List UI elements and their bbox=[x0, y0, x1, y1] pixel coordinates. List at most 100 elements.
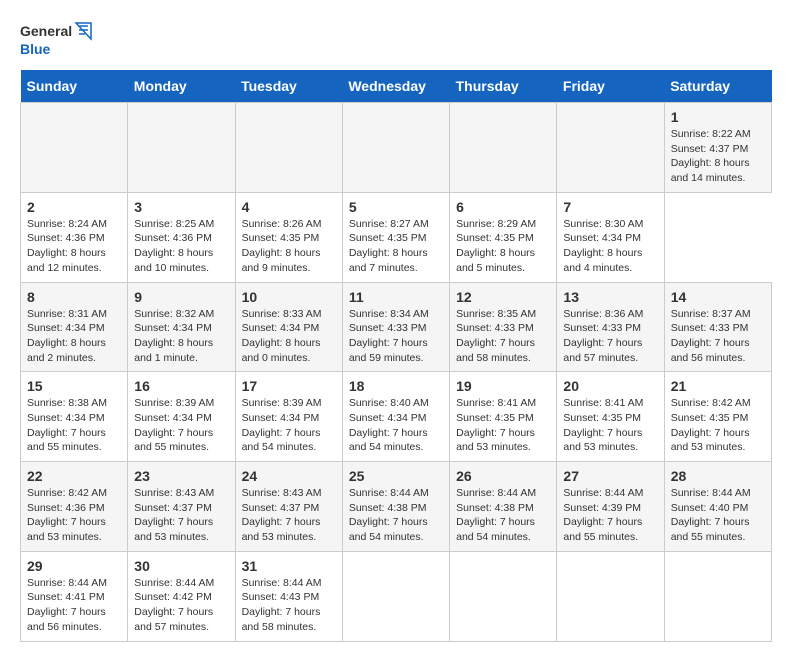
calendar-cell: 3 Sunrise: 8:25 AMSunset: 4:36 PMDaylight… bbox=[128, 192, 235, 282]
day-number: 22 bbox=[27, 468, 121, 484]
day-info: Sunrise: 8:25 AMSunset: 4:36 PMDaylight:… bbox=[134, 218, 214, 274]
calendar-cell: 10 Sunrise: 8:33 AMSunset: 4:34 PMDayligh… bbox=[235, 282, 342, 372]
day-number: 24 bbox=[242, 468, 336, 484]
calendar-cell: 27 Sunrise: 8:44 AMSunset: 4:39 PMDayligh… bbox=[557, 462, 664, 552]
day-info: Sunrise: 8:39 AMSunset: 4:34 PMDaylight:… bbox=[134, 397, 214, 453]
svg-text:General: General bbox=[20, 23, 72, 39]
day-info: Sunrise: 8:44 AMSunset: 4:39 PMDaylight:… bbox=[563, 487, 643, 543]
day-number: 3 bbox=[134, 199, 228, 215]
calendar-cell: 18Sunrise: 8:40 AMSunset: 4:34 PMDayligh… bbox=[342, 372, 449, 462]
page-header: General Blue bbox=[20, 20, 772, 60]
day-number: 10 bbox=[242, 289, 336, 305]
calendar-cell: 4 Sunrise: 8:26 AMSunset: 4:35 PMDaylight… bbox=[235, 192, 342, 282]
day-info: Sunrise: 8:44 AMSunset: 4:40 PMDaylight:… bbox=[671, 487, 751, 543]
day-number: 16 bbox=[134, 378, 228, 394]
calendar-week-row: 22 Sunrise: 8:42 AMSunset: 4:36 PMDayligh… bbox=[21, 462, 772, 552]
day-info: Sunrise: 8:41 AMSunset: 4:35 PMDaylight:… bbox=[456, 397, 536, 453]
day-number: 11 bbox=[349, 289, 443, 305]
day-number: 19 bbox=[456, 378, 550, 394]
calendar-cell: 23 Sunrise: 8:43 AMSunset: 4:37 PMDayligh… bbox=[128, 462, 235, 552]
day-number: 30 bbox=[134, 558, 228, 574]
calendar-cell: 15 Sunrise: 8:38 AMSunset: 4:34 PMDayligh… bbox=[21, 372, 128, 462]
calendar-cell: 16 Sunrise: 8:39 AMSunset: 4:34 PMDayligh… bbox=[128, 372, 235, 462]
calendar-cell: 25Sunrise: 8:44 AMSunset: 4:38 PMDayligh… bbox=[342, 462, 449, 552]
day-number: 18 bbox=[349, 378, 443, 394]
calendar-week-row: 8Sunrise: 8:31 AMSunset: 4:34 PMDaylight… bbox=[21, 282, 772, 372]
svg-text:Blue: Blue bbox=[20, 41, 51, 57]
day-number: 17 bbox=[242, 378, 336, 394]
day-info: Sunrise: 8:34 AMSunset: 4:33 PMDaylight:… bbox=[349, 308, 429, 364]
calendar-cell: 1Sunrise: 8:22 AMSunset: 4:37 PMDaylight… bbox=[664, 103, 771, 193]
header-monday: Monday bbox=[128, 70, 235, 103]
day-number: 13 bbox=[563, 289, 657, 305]
day-number: 6 bbox=[456, 199, 550, 215]
day-number: 9 bbox=[134, 289, 228, 305]
day-info: Sunrise: 8:29 AMSunset: 4:35 PMDaylight:… bbox=[456, 218, 536, 274]
day-number: 23 bbox=[134, 468, 228, 484]
calendar-header-row: SundayMondayTuesdayWednesdayThursdayFrid… bbox=[21, 70, 772, 103]
calendar-cell bbox=[128, 103, 235, 193]
day-info: Sunrise: 8:30 AMSunset: 4:34 PMDaylight:… bbox=[563, 218, 643, 274]
day-number: 31 bbox=[242, 558, 336, 574]
calendar-week-row: 1Sunrise: 8:22 AMSunset: 4:37 PMDaylight… bbox=[21, 103, 772, 193]
day-info: Sunrise: 8:43 AMSunset: 4:37 PMDaylight:… bbox=[242, 487, 322, 543]
calendar-cell: 14 Sunrise: 8:37 AMSunset: 4:33 PMDayligh… bbox=[664, 282, 771, 372]
header-friday: Friday bbox=[557, 70, 664, 103]
day-number: 1 bbox=[671, 109, 765, 125]
calendar-week-row: 29Sunrise: 8:44 AMSunset: 4:41 PMDayligh… bbox=[21, 551, 772, 641]
day-number: 5 bbox=[349, 199, 443, 215]
header-tuesday: Tuesday bbox=[235, 70, 342, 103]
calendar-cell: 21 Sunrise: 8:42 AMSunset: 4:35 PMDayligh… bbox=[664, 372, 771, 462]
day-info: Sunrise: 8:24 AMSunset: 4:36 PMDaylight:… bbox=[27, 218, 107, 274]
calendar-cell: 8Sunrise: 8:31 AMSunset: 4:34 PMDaylight… bbox=[21, 282, 128, 372]
calendar-cell: 5 Sunrise: 8:27 AMSunset: 4:35 PMDaylight… bbox=[342, 192, 449, 282]
day-info: Sunrise: 8:39 AMSunset: 4:34 PMDaylight:… bbox=[242, 397, 322, 453]
logo: General Blue bbox=[20, 20, 100, 60]
calendar-cell: 29Sunrise: 8:44 AMSunset: 4:41 PMDayligh… bbox=[21, 551, 128, 641]
day-info: Sunrise: 8:32 AMSunset: 4:34 PMDaylight:… bbox=[134, 308, 214, 364]
calendar-week-row: 15 Sunrise: 8:38 AMSunset: 4:34 PMDayligh… bbox=[21, 372, 772, 462]
day-info: Sunrise: 8:27 AMSunset: 4:35 PMDaylight:… bbox=[349, 218, 429, 274]
day-info: Sunrise: 8:44 AMSunset: 4:38 PMDaylight:… bbox=[349, 487, 429, 543]
day-number: 29 bbox=[27, 558, 121, 574]
calendar-cell: 9 Sunrise: 8:32 AMSunset: 4:34 PMDaylight… bbox=[128, 282, 235, 372]
day-number: 26 bbox=[456, 468, 550, 484]
day-number: 2 bbox=[27, 199, 121, 215]
day-number: 8 bbox=[27, 289, 121, 305]
calendar-cell bbox=[450, 103, 557, 193]
day-info: Sunrise: 8:36 AMSunset: 4:33 PMDaylight:… bbox=[563, 308, 643, 364]
calendar-cell: 11 Sunrise: 8:34 AMSunset: 4:33 PMDayligh… bbox=[342, 282, 449, 372]
day-info: Sunrise: 8:43 AMSunset: 4:37 PMDaylight:… bbox=[134, 487, 214, 543]
calendar-cell: 12 Sunrise: 8:35 AMSunset: 4:33 PMDayligh… bbox=[450, 282, 557, 372]
day-info: Sunrise: 8:41 AMSunset: 4:35 PMDaylight:… bbox=[563, 397, 643, 453]
header-sunday: Sunday bbox=[21, 70, 128, 103]
day-number: 4 bbox=[242, 199, 336, 215]
day-info: Sunrise: 8:44 AMSunset: 4:38 PMDaylight:… bbox=[456, 487, 536, 543]
day-info: Sunrise: 8:37 AMSunset: 4:33 PMDaylight:… bbox=[671, 308, 751, 364]
day-number: 15 bbox=[27, 378, 121, 394]
day-number: 12 bbox=[456, 289, 550, 305]
day-number: 7 bbox=[563, 199, 657, 215]
header-saturday: Saturday bbox=[664, 70, 771, 103]
calendar-cell: 7 Sunrise: 8:30 AMSunset: 4:34 PMDaylight… bbox=[557, 192, 664, 282]
day-number: 21 bbox=[671, 378, 765, 394]
day-number: 27 bbox=[563, 468, 657, 484]
calendar-cell bbox=[342, 103, 449, 193]
day-info: Sunrise: 8:26 AMSunset: 4:35 PMDaylight:… bbox=[242, 218, 322, 274]
calendar-cell bbox=[450, 551, 557, 641]
day-info: Sunrise: 8:38 AMSunset: 4:34 PMDaylight:… bbox=[27, 397, 107, 453]
calendar-cell: 20Sunrise: 8:41 AMSunset: 4:35 PMDayligh… bbox=[557, 372, 664, 462]
day-info: Sunrise: 8:42 AMSunset: 4:36 PMDaylight:… bbox=[27, 487, 107, 543]
calendar-cell bbox=[557, 551, 664, 641]
day-info: Sunrise: 8:33 AMSunset: 4:34 PMDaylight:… bbox=[242, 308, 322, 364]
calendar-table: SundayMondayTuesdayWednesdayThursdayFrid… bbox=[20, 70, 772, 642]
calendar-cell: 22 Sunrise: 8:42 AMSunset: 4:36 PMDayligh… bbox=[21, 462, 128, 552]
day-info: Sunrise: 8:42 AMSunset: 4:35 PMDaylight:… bbox=[671, 397, 751, 453]
calendar-cell bbox=[342, 551, 449, 641]
calendar-cell: 19 Sunrise: 8:41 AMSunset: 4:35 PMDayligh… bbox=[450, 372, 557, 462]
calendar-cell: 24 Sunrise: 8:43 AMSunset: 4:37 PMDayligh… bbox=[235, 462, 342, 552]
day-number: 14 bbox=[671, 289, 765, 305]
day-info: Sunrise: 8:44 AMSunset: 4:42 PMDaylight:… bbox=[134, 577, 214, 633]
calendar-cell: 31Sunrise: 8:44 AMSunset: 4:43 PMDayligh… bbox=[235, 551, 342, 641]
day-info: Sunrise: 8:35 AMSunset: 4:33 PMDaylight:… bbox=[456, 308, 536, 364]
